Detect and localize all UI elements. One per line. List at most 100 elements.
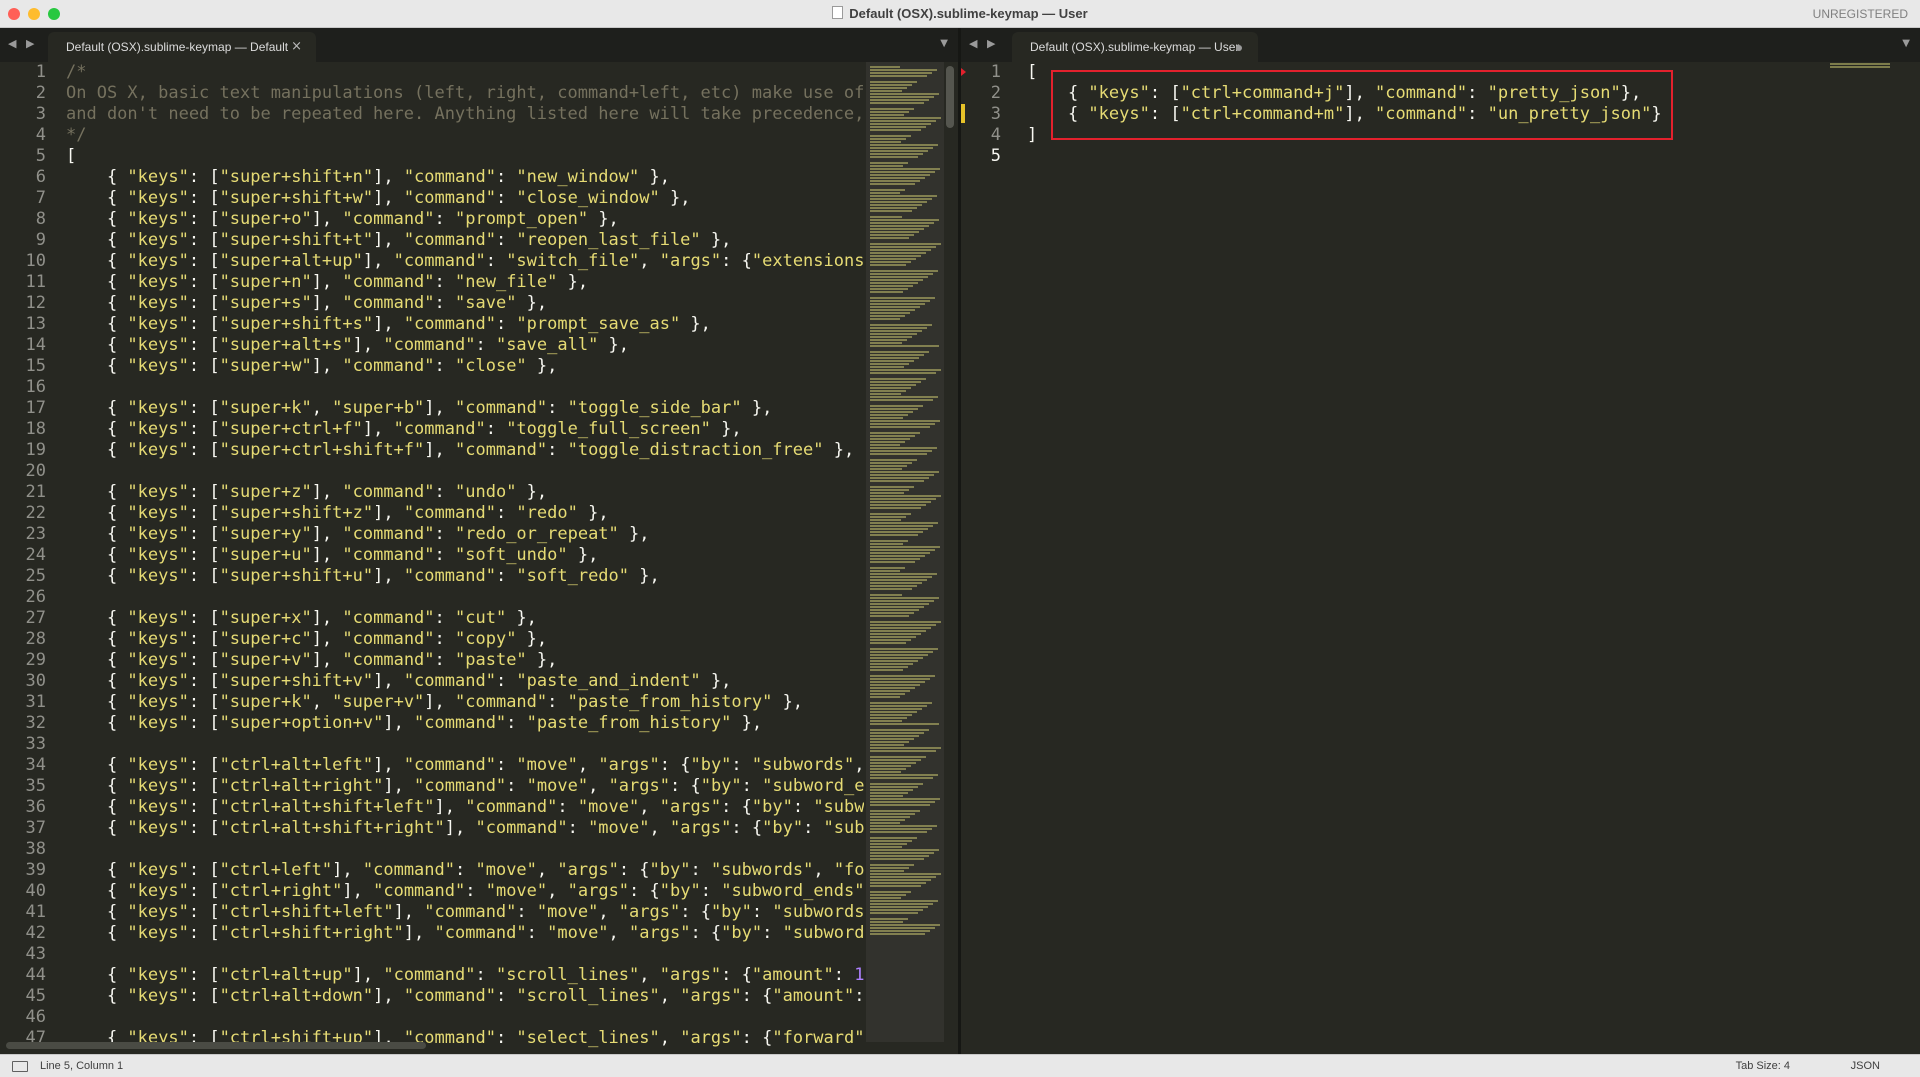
tab-menu-icon[interactable]: ▼ <box>1902 38 1910 49</box>
minimap[interactable] <box>1830 62 1890 70</box>
tab-menu-icon[interactable]: ▼ <box>940 38 948 49</box>
minimap-line <box>870 408 918 410</box>
line-number: 5 <box>35 146 46 166</box>
minimap-line <box>870 663 913 665</box>
horizontal-scrollbar[interactable] <box>6 1042 426 1049</box>
code-line[interactable]: { "keys": ["super+k", "super+v"], "comma… <box>66 692 864 713</box>
code-line[interactable]: { "keys": ["super+x"], "command": "cut" … <box>66 608 864 629</box>
code-token: "command" <box>403 566 496 586</box>
code-line[interactable] <box>66 461 864 482</box>
code-token: : [ <box>188 251 220 271</box>
code-line[interactable]: { "keys": ["super+v"], "command": "paste… <box>66 650 864 671</box>
code-line[interactable]: { "keys": ["ctrl+alt+up"], "command": "s… <box>66 965 864 986</box>
code-line[interactable]: { "keys": ["super+u"], "command": "soft_… <box>66 545 864 566</box>
code-line[interactable]: { "keys": ["ctrl+left"], "command": "mov… <box>66 860 864 881</box>
code-token: "prompt_save_as" <box>516 314 681 334</box>
minimap-line <box>870 288 908 290</box>
minimap-line <box>870 543 903 545</box>
code-line[interactable]: { "keys": ["ctrl+alt+left"], "command": … <box>66 755 864 776</box>
code-line[interactable] <box>1027 146 1817 167</box>
code-token: "close_window" <box>516 188 660 208</box>
minimap-line <box>870 702 932 704</box>
code-token: "by" <box>721 923 763 943</box>
code-token: : <box>495 230 517 250</box>
code-line[interactable]: /* <box>66 62 864 83</box>
code-line[interactable]: { "keys": ["super+shift+u"], "command": … <box>66 566 864 587</box>
code-token: "args" <box>598 755 660 775</box>
code-line[interactable]: { "keys": ["ctrl+alt+right"], "command":… <box>66 776 864 797</box>
code-line[interactable]: { "keys": ["ctrl+right"], "command": "mo… <box>66 881 864 902</box>
code-line[interactable]: { "keys": ["super+c"], "command": "copy"… <box>66 629 864 650</box>
code-line[interactable]: { "keys": ["ctrl+shift+left"], "command"… <box>66 902 864 923</box>
code-line[interactable]: { "keys": ["ctrl+shift+right"], "command… <box>66 923 864 944</box>
minimap-line <box>870 786 918 788</box>
code-line[interactable]: { "keys": ["super+alt+s"], "command": "s… <box>66 335 864 356</box>
code-line[interactable]: { "keys": ["super+shift+v"], "command": … <box>66 671 864 692</box>
code-line[interactable]: { "keys": ["super+k", "super+b"], "comma… <box>66 398 864 419</box>
code-line[interactable]: { "keys": ["ctrl+alt+down"], "command": … <box>66 986 864 1007</box>
code-line[interactable]: { "keys": ["ctrl+alt+shift+right"], "com… <box>66 818 864 839</box>
code-token: "subwords" <box>751 755 855 775</box>
code-line[interactable]: { "keys": ["super+shift+w"], "command": … <box>66 188 864 209</box>
code-token: { <box>66 860 128 880</box>
line-number: 14 <box>25 335 46 355</box>
syntax-selector[interactable]: JSON <box>1851 1055 1880 1077</box>
code-line[interactable]: { "keys": ["super+shift+n"], "command": … <box>66 167 864 188</box>
left-editor-pane[interactable]: 1 2 3 4 5 6 7 8 9 10 11 12 13 14 15 16 17 18 19 20 21 22 23 24 2… <box>0 62 958 1054</box>
tab-nav-arrows-icon[interactable]: ◀ ▶ <box>969 37 998 50</box>
code-line[interactable]: On OS X, basic text manipulations (left,… <box>66 83 864 104</box>
code-token: }, <box>557 272 589 292</box>
code-line[interactable] <box>66 839 864 860</box>
code-line[interactable]: { "keys": ["super+option+v"], "command":… <box>66 713 864 734</box>
minimap[interactable] <box>866 62 944 1042</box>
code-line[interactable]: { "keys": ["super+ctrl+shift+f"], "comma… <box>66 440 864 461</box>
code-line[interactable]: { "keys": ["super+o"], "command": "promp… <box>66 209 864 230</box>
code-line[interactable]: { "keys": ["super+shift+s"], "command": … <box>66 314 864 335</box>
code-token: "ctrl+alt+shift+right" <box>219 818 445 838</box>
minimap-line <box>870 831 927 833</box>
code-line[interactable]: { "keys": ["super+alt+up"], "command": "… <box>66 251 864 272</box>
code-line[interactable]: { "keys": ["super+ctrl+f"], "command": "… <box>66 419 864 440</box>
code-token: : [ <box>188 503 220 523</box>
code-line[interactable]: { "keys": ["super+y"], "command": "redo_… <box>66 524 864 545</box>
code-token: "keys" <box>127 965 189 985</box>
minimap-line <box>870 426 930 428</box>
code-line[interactable]: { "keys": ["super+shift+t"], "command": … <box>66 230 864 251</box>
minimap-line <box>870 273 933 275</box>
code-area[interactable]: /* On OS X, basic text manipulations (lef… <box>66 62 864 1049</box>
code-line[interactable] <box>66 377 864 398</box>
code-line[interactable]: { "keys": ["super+shift+z"], "command": … <box>66 503 864 524</box>
panel-toggle-icon[interactable] <box>12 1061 28 1072</box>
code-line[interactable]: { "keys": ["super+n"], "command": "new_f… <box>66 272 864 293</box>
code-line[interactable] <box>66 944 864 965</box>
code-token: { <box>66 398 128 418</box>
tab-size-selector[interactable]: Tab Size: 4 <box>1736 1055 1790 1077</box>
minimap-line <box>870 297 935 299</box>
code-line[interactable]: { "keys": ["ctrl+alt+shift+left"], "comm… <box>66 797 864 818</box>
minimap-line <box>870 450 932 452</box>
minimap-line <box>870 708 922 710</box>
code-line[interactable] <box>66 1007 864 1028</box>
minimap-line <box>870 102 924 104</box>
code-token: "paste_from_history" <box>526 713 732 733</box>
tab-close-icon[interactable]: × <box>291 32 302 62</box>
code-line[interactable]: { "keys": ["super+w"], "command": "close… <box>66 356 864 377</box>
tab-default-keymap[interactable]: Default (OSX).sublime-keymap — Default × <box>48 32 316 62</box>
code-token: "keys" <box>127 755 189 775</box>
code-token: "args" <box>659 965 722 985</box>
code-token: , <box>639 797 660 817</box>
minimap-line <box>870 468 902 470</box>
code-line[interactable] <box>66 587 864 608</box>
vertical-scrollbar[interactable] <box>946 66 954 128</box>
code-line[interactable]: [ <box>66 146 864 167</box>
code-line[interactable]: { "keys": ["super+z"], "command": "undo"… <box>66 482 864 503</box>
right-editor-pane[interactable]: 12345 [ { "keys": ["ctrl+command+j"], "c… <box>961 62 1920 1054</box>
tab-nav-arrows-icon[interactable]: ◀ ▶ <box>8 37 37 50</box>
code-line[interactable]: { "keys": ["super+s"], "command": "save"… <box>66 293 864 314</box>
code-token: "super+o" <box>219 209 312 229</box>
code-line[interactable]: */ <box>66 125 864 146</box>
unsaved-dot-icon[interactable] <box>1236 45 1242 51</box>
tab-user-keymap[interactable]: Default (OSX).sublime-keymap — User <box>1012 32 1258 62</box>
code-line[interactable]: and don't need to be repeated here. Anyt… <box>66 104 864 125</box>
code-line[interactable] <box>66 734 864 755</box>
